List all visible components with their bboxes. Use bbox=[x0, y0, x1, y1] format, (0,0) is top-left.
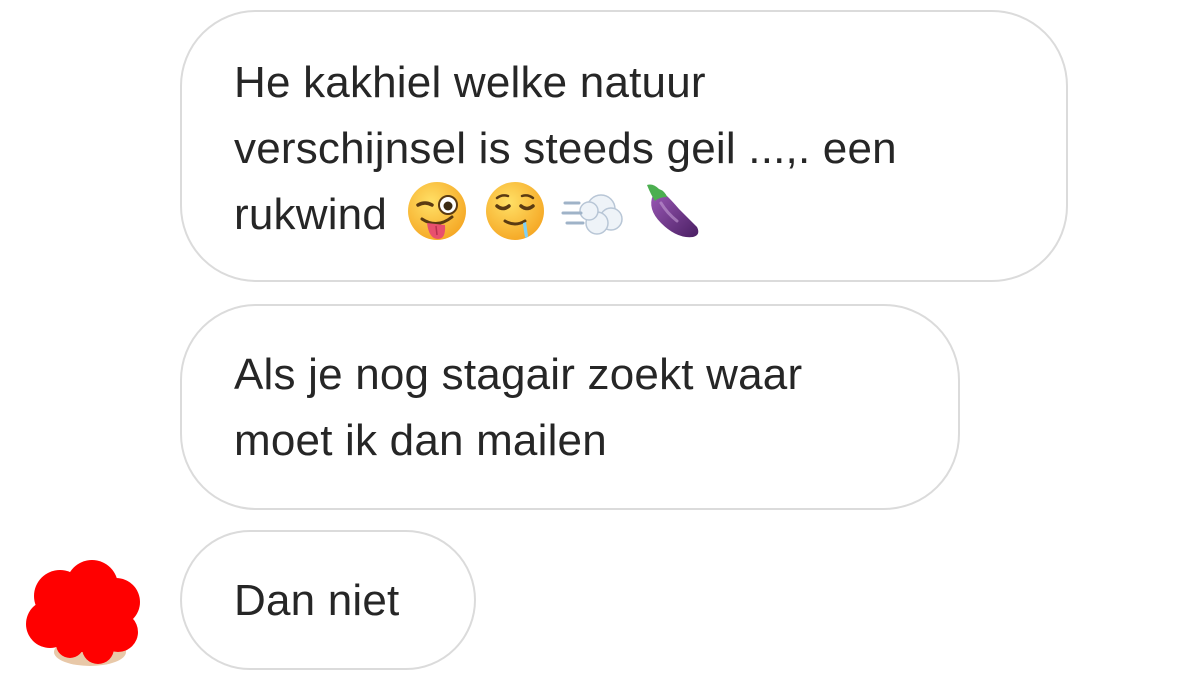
message-text-line-with-emoji: rukwind bbox=[234, 182, 1026, 249]
message-text-line: He kakhiel welke natuur bbox=[234, 58, 706, 107]
redacted-avatar-icon[interactable] bbox=[20, 556, 150, 672]
emoji-row bbox=[405, 179, 703, 243]
drooling-face-emoji bbox=[486, 182, 545, 241]
message-text-line: Als je nog stagair zoekt waar bbox=[234, 350, 803, 399]
dash-symbol-emoji bbox=[561, 194, 623, 236]
message-bubble-2[interactable]: Als je nog stagair zoekt waar moet ik da… bbox=[180, 304, 960, 510]
message-text-line: verschijnsel is steeds geil ...,. een bbox=[234, 124, 897, 173]
winking-face-with-tongue-emoji bbox=[408, 182, 467, 241]
message-text: rukwind bbox=[234, 190, 388, 239]
message-bubble-3[interactable]: Dan niet bbox=[180, 530, 476, 670]
message-text-line: moet ik dan mailen bbox=[234, 416, 607, 465]
eggplant-emoji bbox=[647, 184, 699, 238]
message-text-line: Dan niet bbox=[234, 576, 400, 625]
message-bubble-1[interactable]: He kakhiel welke natuur verschijnsel is … bbox=[180, 10, 1068, 282]
